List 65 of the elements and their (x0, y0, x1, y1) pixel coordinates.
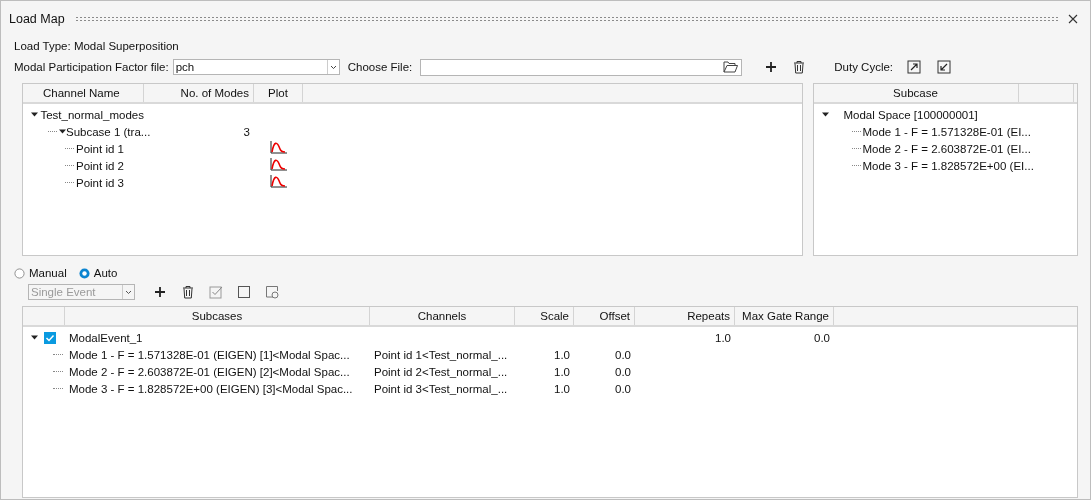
collapse-arrow-icon[interactable] (821, 111, 829, 118)
column-header[interactable]: Plot (254, 84, 303, 102)
choose-file-label: Choose File: (347, 61, 413, 73)
tree-item[interactable]: Mode 3 - F = 1.828572E+00 (EI... (862, 159, 1034, 172)
refresh-icon[interactable] (265, 285, 279, 299)
tree-item[interactable]: Mode 2 - F = 2.603872E-01 (EI... (862, 142, 1031, 155)
check-all-icon[interactable] (209, 285, 223, 299)
load-type-label: Load Type: Modal Superposition (13, 39, 180, 54)
file-label: Modal Participation Factor file: (14, 61, 169, 73)
table-cell: 1.0 (554, 382, 570, 395)
uncheck-all-icon[interactable] (237, 285, 251, 299)
tree-item[interactable]: Point id 2 (76, 159, 124, 172)
modes-count: 3 (243, 125, 250, 138)
table-cell: 1.0 (715, 331, 731, 344)
table-cell: 0.0 (615, 365, 631, 378)
column-header[interactable]: Channels (370, 307, 515, 325)
checkbox[interactable] (44, 331, 56, 344)
export-icon[interactable] (907, 60, 922, 74)
tree-item[interactable]: Test_normal_modes (40, 108, 144, 121)
table-cell: Point id 1<Test_normal_... (374, 348, 508, 361)
plot-icon[interactable] (270, 158, 287, 171)
event-name[interactable]: ModalEvent_1 (69, 331, 143, 344)
table-cell: Point id 3<Test_normal_... (374, 382, 508, 395)
table-cell: Point id 2<Test_normal_... (374, 365, 508, 378)
trash-icon[interactable] (792, 60, 807, 74)
file-path-field[interactable] (420, 58, 743, 76)
file-type-dropdown[interactable]: pch (172, 59, 340, 75)
collapse-arrow-icon[interactable] (31, 334, 38, 341)
tree-item[interactable]: Mode 1 - F = 1.571328E-01 (EI... (862, 125, 1031, 138)
radio-icon[interactable] (78, 267, 90, 279)
column-header[interactable]: Subcases (65, 307, 370, 325)
table-cell: 1.0 (554, 365, 570, 378)
collapse-arrow-icon[interactable] (59, 128, 66, 135)
table-cell: 0.0 (814, 331, 830, 344)
table-cell: 0.0 (615, 348, 631, 361)
table-cell: Mode 1 - F = 1.571328E-01 (EIGEN) [1]<Modal Spac... (69, 348, 350, 361)
duty-cycle-label: Duty Cycle: (834, 61, 894, 73)
plot-icon[interactable] (270, 175, 287, 188)
mode-radio[interactable]: Manual (14, 267, 67, 279)
column-header[interactable]: Repeats (635, 307, 735, 325)
dropdown-arrow-icon[interactable] (326, 60, 339, 74)
tree-item[interactable]: Point id 3 (76, 176, 124, 189)
column-header[interactable]: No. of Modes (144, 84, 254, 102)
close-icon[interactable] (1068, 14, 1078, 24)
column-header[interactable]: Offset (574, 307, 635, 325)
tree-item[interactable]: Subcase 1 (tra... (66, 125, 151, 138)
import-icon[interactable] (937, 60, 952, 74)
plus-icon[interactable] (153, 285, 167, 299)
table-cell: 0.0 (615, 382, 631, 395)
folder-icon[interactable] (723, 61, 739, 73)
plot-icon[interactable] (270, 141, 287, 154)
table-cell: Mode 2 - F = 2.603872E-01 (EIGEN) [2]<Modal Spac... (69, 365, 350, 378)
tree-item[interactable]: Point id 1 (76, 142, 124, 155)
radio-icon[interactable] (14, 267, 25, 279)
column-header[interactable]: Scale (515, 307, 574, 325)
table-cell: 1.0 (554, 348, 570, 361)
trash-icon[interactable] (181, 285, 195, 299)
table-cell: Mode 3 - F = 1.828572E+00 (EIGEN) [3]<Modal Spac... (69, 382, 353, 395)
plus-icon[interactable] (764, 60, 779, 74)
collapse-arrow-icon[interactable] (31, 111, 38, 118)
mode-radio[interactable]: Auto (78, 267, 118, 279)
tree-item[interactable]: Modal Space [100000001] (843, 108, 978, 121)
column-header[interactable]: Channel Name (23, 84, 144, 102)
window-title: Load Map (9, 12, 65, 26)
column-header[interactable]: Max Gate Range (735, 307, 834, 325)
